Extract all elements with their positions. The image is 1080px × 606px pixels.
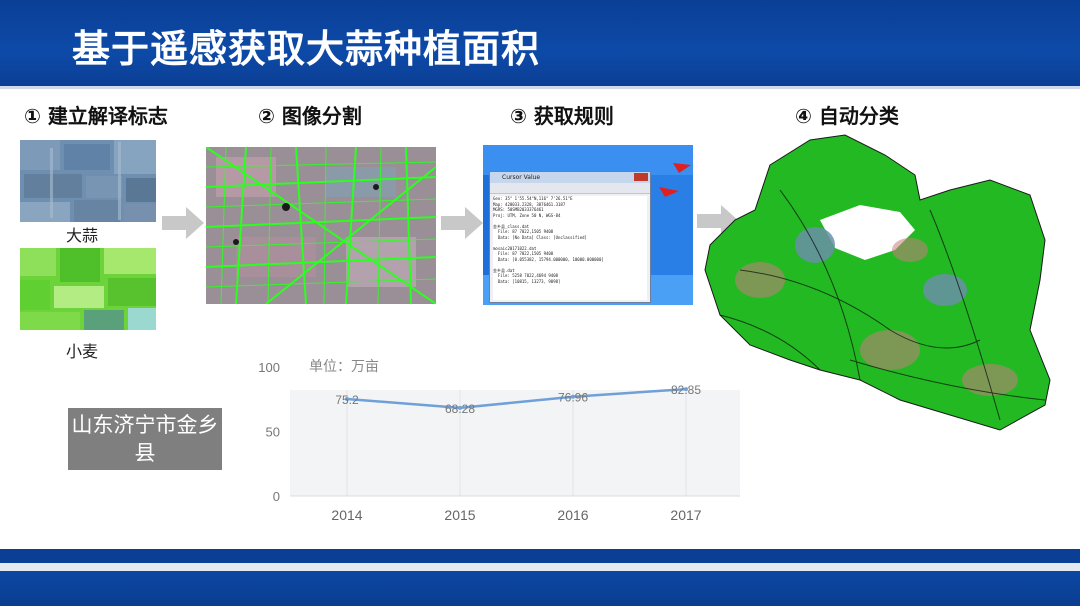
x-tick-label: 2017 [670,507,701,523]
garlic-caption: 大蒜 [66,226,99,245]
segmentation-image [205,146,437,305]
chart-svg: 0 50 100 单位：万亩 75.2 2014 68.28 2015 76.96 2016 82.… [258,358,740,523]
data-label: 75.2 [335,393,359,407]
arrow-right-icon [162,207,204,239]
step-2-label: ② 图像分割 [258,104,362,128]
close-icon[interactable] [634,173,648,181]
region-label-text: 山东济宁市金乡县 [71,413,219,465]
footer-gap [0,563,1080,571]
x-tick-label: 2014 [331,507,362,523]
y-tick-label: 50 [266,425,280,440]
window-toolbar [490,183,650,194]
cursor-value-text: Geo: 35° 1'55.54"N,116° 7'26.51"E Map: 4… [493,196,647,300]
footer-bar-top [0,549,1080,563]
classification-map [700,130,1060,442]
rules-image: Cursor Value Geo: 35° 1'55.54"N,116° 7'2… [483,145,693,305]
wheat-caption: 小麦 [66,342,99,361]
chart-unit-label: 单位：万亩 [309,358,379,375]
data-label: 68.28 [445,402,475,416]
window-titlebar[interactable]: Cursor Value [490,172,650,183]
step-3-label: ③ 获取规则 [510,104,614,128]
arrow-right-icon [441,207,483,239]
region-label: 山东济宁市金乡县 [68,408,222,470]
area-trend-chart: 0 50 100 单位：万亩 75.2 2014 68.28 2015 76.96 2016 82.… [250,350,750,535]
header-divider [0,86,1080,89]
y-tick-label: 100 [258,360,280,375]
x-tick-label: 2015 [444,507,475,523]
garlic-sample-image [20,140,156,222]
page-title: 基于遥感获取大蒜种植面积 [72,27,541,71]
step-1-label: ① 建立解译标志 [24,104,168,128]
wheat-sample-image [20,248,156,330]
window-title: Cursor Value [502,174,541,181]
cursor-value-window[interactable]: Cursor Value Geo: 35° 1'55.54"N,116° 7'2… [489,171,651,303]
step-4-label: ④ 自动分类 [795,104,899,128]
data-label: 76.96 [558,391,588,405]
x-tick-label: 2016 [557,507,588,523]
data-label: 82.85 [671,383,701,397]
y-tick-label: 0 [273,489,280,504]
footer-bar [0,571,1080,606]
